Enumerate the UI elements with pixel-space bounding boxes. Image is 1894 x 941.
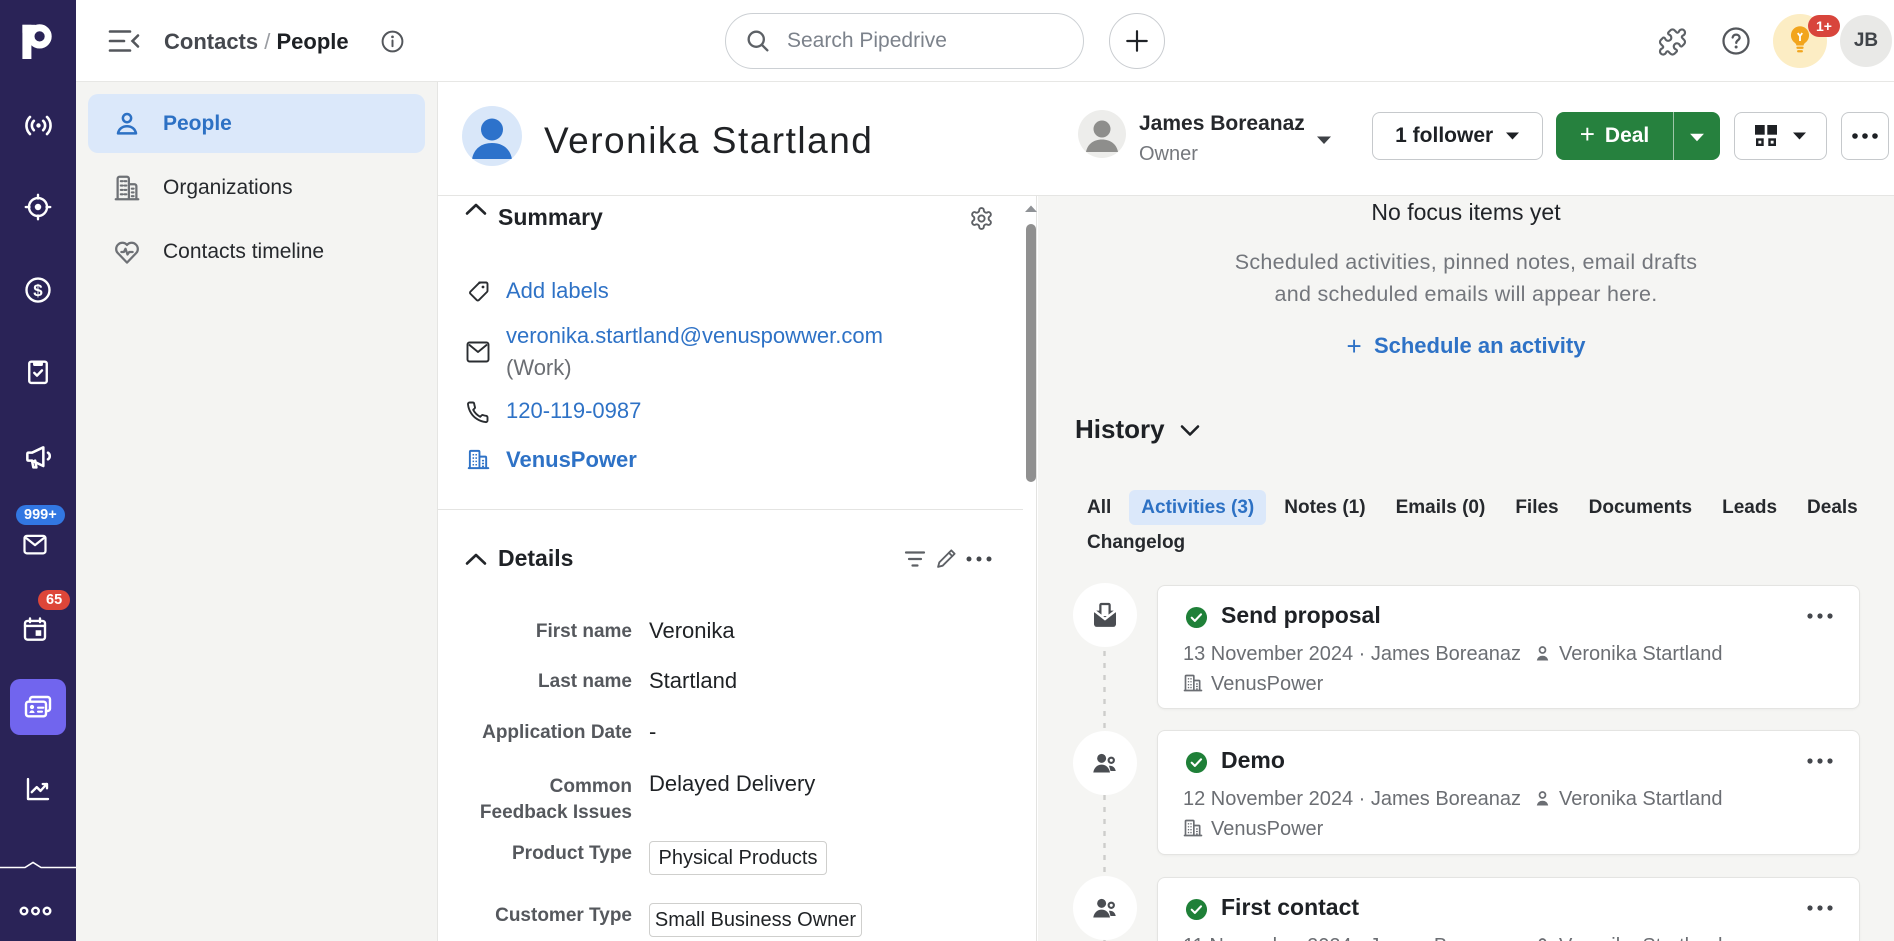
svg-text:$: $ [33, 281, 43, 300]
